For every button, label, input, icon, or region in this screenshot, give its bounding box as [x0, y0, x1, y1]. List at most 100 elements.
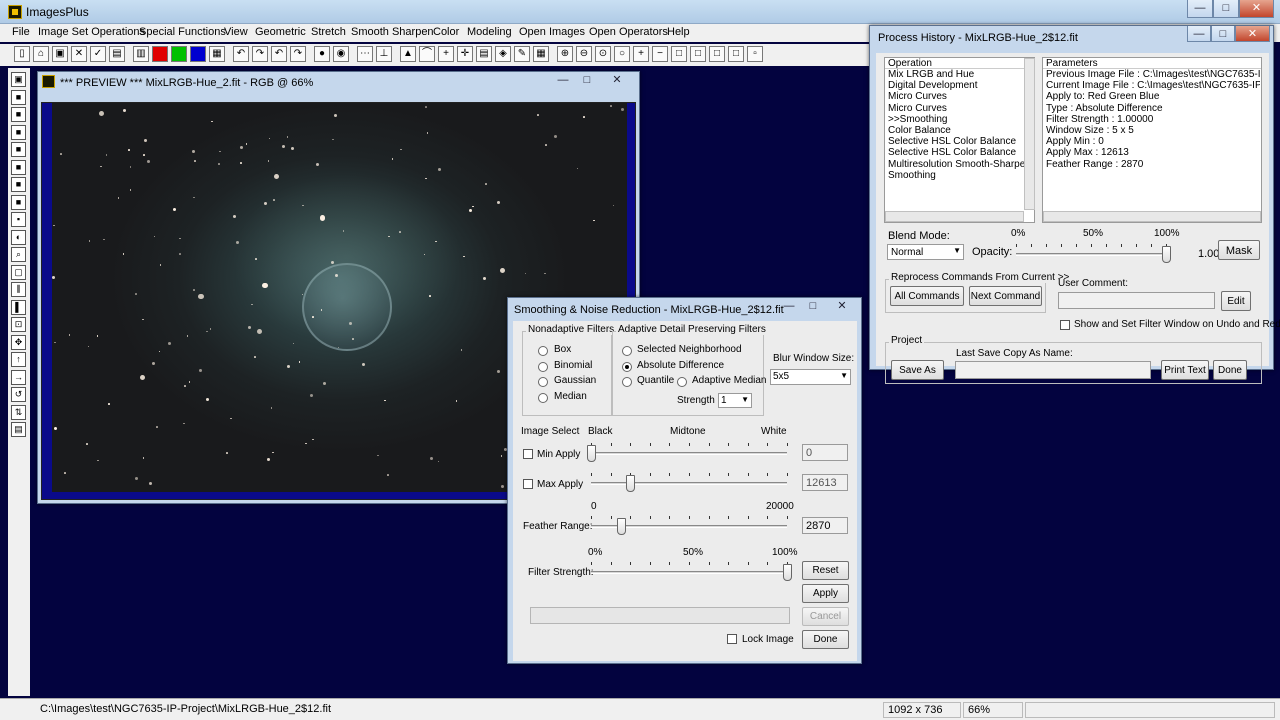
- blur-window-select[interactable]: 5x5 ▼: [770, 369, 851, 385]
- operation-vscroll[interactable]: [1024, 58, 1035, 210]
- blend-mode-select[interactable]: Normal ▼: [887, 244, 964, 260]
- median-radio[interactable]: [538, 393, 548, 403]
- box5-icon[interactable]: ▫: [747, 46, 763, 62]
- box4-icon[interactable]: □: [728, 46, 744, 62]
- menu-stretch[interactable]: Stretch: [311, 26, 346, 38]
- slider-thumb[interactable]: [783, 564, 792, 581]
- parameters-list[interactable]: Parameters Previous Image File : C:\Imag…: [1042, 57, 1262, 223]
- grid-icon[interactable]: ▦: [209, 46, 225, 62]
- max-apply-checkbox[interactable]: [523, 479, 533, 489]
- grid2-icon[interactable]: ▦: [533, 46, 549, 62]
- gradient-icon[interactable]: ◐: [11, 229, 26, 245]
- operation-item[interactable]: Digital Development: [888, 80, 1024, 91]
- filter-strength-slider[interactable]: [591, 562, 792, 581]
- red-icon[interactable]: [152, 46, 168, 62]
- close-app-button[interactable]: ✕: [1239, 0, 1274, 18]
- zoom-in-icon[interactable]: ⊕: [557, 46, 573, 62]
- operation-list[interactable]: Operation Mix LRGB and Hue Digital Develo…: [884, 57, 1035, 223]
- feather-range-slider[interactable]: [591, 516, 788, 535]
- menu-help[interactable]: Help: [667, 26, 690, 38]
- plus-icon[interactable]: ✛: [457, 46, 473, 62]
- operation-item[interactable]: Micro Curves: [888, 91, 1024, 102]
- magenta-black-icon[interactable]: ■: [11, 177, 26, 192]
- menu-geometric[interactable]: Geometric: [255, 26, 306, 38]
- green-icon[interactable]: [171, 46, 187, 62]
- show-filter-checkbox[interactable]: [1060, 320, 1070, 330]
- black-icon[interactable]: ■: [11, 89, 26, 105]
- menu-special-functions[interactable]: Special Functions: [139, 26, 226, 38]
- remove-icon[interactable]: −: [652, 46, 668, 62]
- smoothing-maximize-button[interactable]: □: [802, 298, 824, 314]
- dots-icon[interactable]: ⋯: [357, 46, 373, 62]
- menu-color[interactable]: Color: [433, 26, 459, 38]
- slider-thumb[interactable]: [1162, 246, 1171, 263]
- minimize-button[interactable]: —: [1187, 0, 1213, 18]
- arrow-up-icon[interactable]: ↑: [11, 352, 26, 367]
- parameter-item[interactable]: Feather Range : 2870: [1046, 159, 1260, 170]
- info-icon[interactable]: ▤: [11, 422, 26, 437]
- selected-neighborhood-radio[interactable]: [622, 346, 632, 356]
- select-icon[interactable]: ▢: [11, 264, 26, 280]
- white-black-icon[interactable]: ▪: [11, 212, 26, 227]
- box3-icon[interactable]: □: [709, 46, 725, 62]
- box2-icon[interactable]: □: [690, 46, 706, 62]
- menu-open-images[interactable]: Open Images: [519, 26, 585, 38]
- operation-item[interactable]: Smoothing: [888, 170, 1024, 181]
- zoom-actual-icon[interactable]: ○: [614, 46, 630, 62]
- menu-open-operators[interactable]: Open Operators: [589, 26, 668, 38]
- slider-thumb[interactable]: [587, 445, 596, 462]
- save-as-button[interactable]: Save As: [891, 360, 944, 380]
- operation-item[interactable]: >>Smoothing: [888, 114, 1024, 125]
- user-comment-field[interactable]: [1058, 292, 1215, 309]
- menu-view[interactable]: View: [224, 26, 248, 38]
- max-apply-slider[interactable]: [591, 473, 788, 492]
- rotate-icon[interactable]: ↺: [11, 387, 26, 402]
- tree-icon[interactable]: ⊥: [376, 46, 392, 62]
- blue-icon[interactable]: [190, 46, 206, 62]
- menu-smooth-sharpen[interactable]: Smooth Sharpen: [351, 26, 434, 38]
- operation-item[interactable]: Selective HSL Color Balance: [888, 147, 1024, 158]
- operation-item[interactable]: Selective HSL Color Balance: [888, 136, 1024, 147]
- parameter-item[interactable]: Filter Strength : 1.00000: [1046, 114, 1260, 125]
- mask-button[interactable]: Mask: [1218, 240, 1260, 260]
- gaussian-radio[interactable]: [538, 377, 548, 387]
- arrow-right-icon[interactable]: →: [11, 369, 26, 385]
- preview-close-button[interactable]: ✕: [604, 72, 630, 88]
- operation-item[interactable]: Micro Curves: [888, 103, 1024, 114]
- history-done-button[interactable]: Done: [1213, 360, 1247, 380]
- move-icon[interactable]: ✥: [11, 334, 26, 350]
- stack-icon[interactable]: ●: [314, 46, 330, 62]
- save-icon[interactable]: ▣: [11, 72, 26, 87]
- parameters-hscroll[interactable]: [1043, 211, 1261, 222]
- binomial-radio[interactable]: [538, 362, 548, 372]
- open-icon[interactable]: ⌂: [33, 46, 49, 62]
- menu-image-set-operations[interactable]: Image Set Operations: [38, 26, 145, 38]
- history-close-button[interactable]: ✕: [1235, 26, 1270, 42]
- pen-icon[interactable]: ✎: [514, 46, 530, 62]
- histogram-icon[interactable]: ▲: [400, 46, 416, 62]
- table-icon[interactable]: ▤: [476, 46, 492, 62]
- smoothing-close-button[interactable]: ✕: [828, 298, 856, 314]
- cyan-black-icon[interactable]: ■: [11, 159, 26, 175]
- feather-range-value[interactable]: 2870: [802, 517, 848, 534]
- preview-maximize-button[interactable]: □: [576, 72, 598, 88]
- history-maximize-button[interactable]: □: [1211, 26, 1235, 42]
- lock-image-checkbox[interactable]: [727, 634, 737, 644]
- zoom-fit-icon[interactable]: ⊙: [595, 46, 611, 62]
- bar-icon[interactable]: ▌: [11, 299, 26, 315]
- levels-icon[interactable]: ⫼: [11, 282, 26, 297]
- operation-item[interactable]: Multiresolution Smooth-Sharpen: [888, 159, 1031, 170]
- redo-icon[interactable]: ↷: [252, 46, 268, 62]
- preview-minimize-button[interactable]: —: [552, 72, 574, 88]
- redo-all-icon[interactable]: ↷: [290, 46, 306, 62]
- blue-black-icon[interactable]: ■: [11, 142, 26, 157]
- min-apply-slider[interactable]: [587, 443, 788, 462]
- curve-icon[interactable]: ⌒: [419, 46, 435, 62]
- parameter-item[interactable]: Previous Image File : C:\Images\test\NGC…: [1046, 69, 1260, 80]
- rgb-split-icon[interactable]: ▥: [133, 46, 149, 62]
- operation-hscroll[interactable]: [885, 211, 1024, 222]
- max-apply-value[interactable]: 12613: [802, 474, 848, 491]
- yellow-black-icon[interactable]: ■: [11, 194, 26, 210]
- palette-icon[interactable]: ◈: [495, 46, 511, 62]
- check-icon[interactable]: ✓: [90, 46, 106, 62]
